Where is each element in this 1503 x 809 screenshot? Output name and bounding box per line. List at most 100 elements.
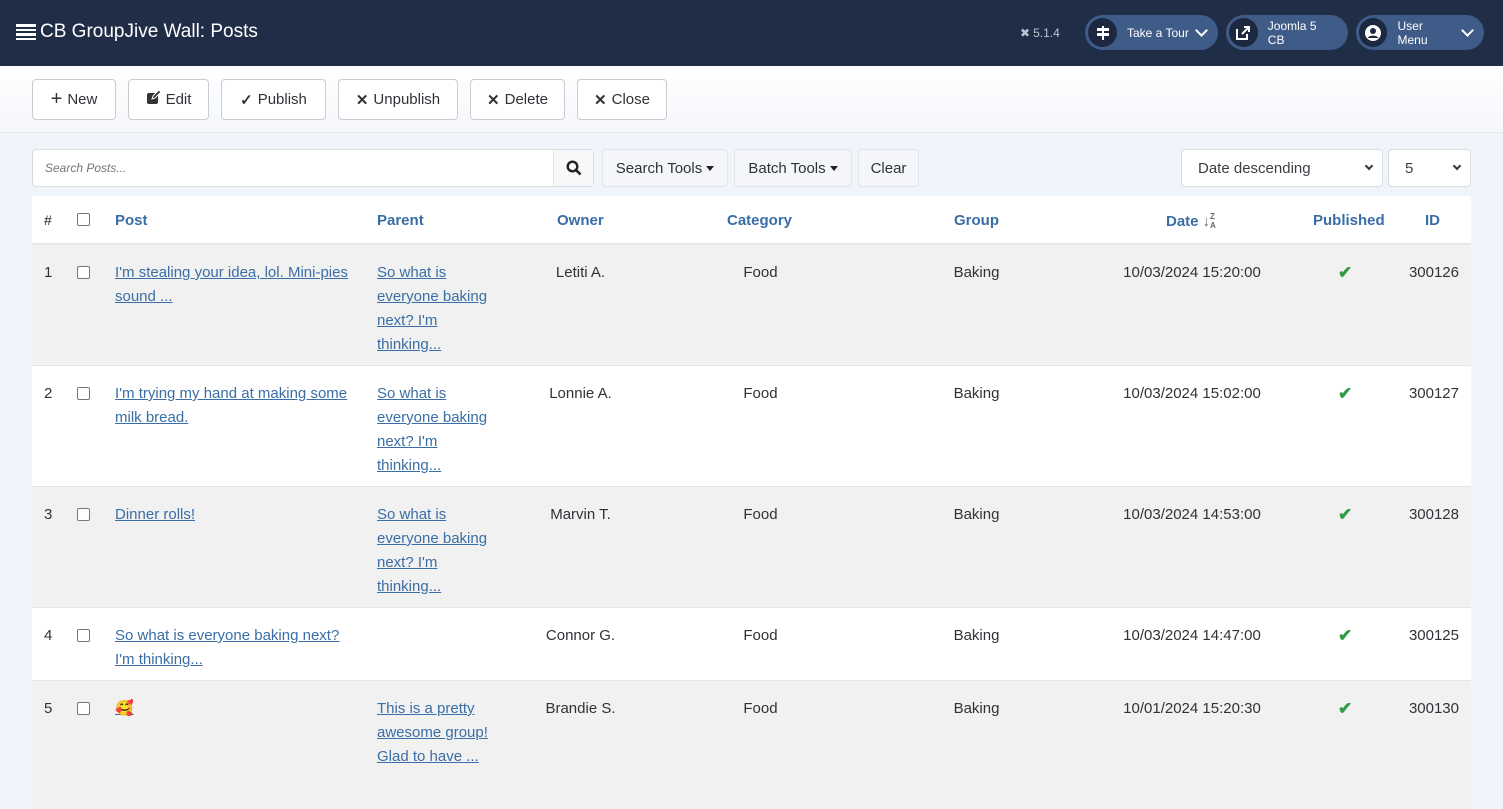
table-header: # Post Parent Owner Category Group Date …: [32, 196, 1471, 245]
published-check-icon[interactable]: ✔: [1338, 503, 1352, 527]
version-info: ✖ 5.1.4: [1020, 26, 1060, 40]
batch-tools-button[interactable]: Batch Tools: [734, 149, 852, 187]
limit-value: 5: [1405, 159, 1414, 177]
chevron-down-icon: [1194, 24, 1208, 37]
close-label: Close: [611, 91, 650, 108]
new-button[interactable]: + New: [32, 79, 116, 120]
chevron-down-icon: [1461, 24, 1474, 37]
col-number: #: [44, 212, 52, 228]
row-checkbox[interactable]: [77, 702, 90, 715]
post-cell: Dinner rolls!: [115, 503, 355, 527]
col-date-label: Date: [1166, 212, 1199, 230]
edit-icon: [146, 89, 162, 109]
post-link[interactable]: 🥰: [115, 700, 134, 717]
post-link[interactable]: I'm trying my hand at making some milk b…: [115, 385, 347, 426]
limit-select[interactable]: 5: [1388, 149, 1471, 187]
category-cell: Food: [743, 700, 778, 717]
owner-cell: Brandie S.: [545, 700, 616, 717]
col-owner[interactable]: Owner: [557, 212, 604, 229]
id-cell: 300130: [1408, 700, 1459, 717]
version-number: 5.1.4: [1033, 26, 1060, 40]
group-cell: Baking: [953, 506, 1000, 523]
select-all-checkbox[interactable]: [77, 213, 90, 226]
date-cell: 10/03/2024 15:02:00: [1123, 385, 1261, 402]
published-check-icon[interactable]: ✔: [1338, 697, 1352, 721]
parent-cell: So what is everyone baking next? I'm thi…: [377, 261, 505, 357]
delete-button[interactable]: ✕ Delete: [470, 79, 565, 120]
col-post[interactable]: Post: [115, 212, 148, 229]
unpublish-button[interactable]: ✕ Unpublish: [338, 79, 458, 120]
caret-down-icon: [706, 165, 715, 171]
user-menu-label: User Menu: [1397, 18, 1428, 47]
id-cell: 300125: [1408, 627, 1459, 644]
published-check-icon[interactable]: ✔: [1338, 624, 1352, 648]
col-id[interactable]: ID: [1425, 212, 1440, 229]
parent-link[interactable]: So what is everyone baking next? I'm thi…: [377, 385, 487, 474]
search-box: [32, 149, 594, 187]
row-checkbox[interactable]: [77, 387, 90, 400]
category-cell: Food: [743, 264, 778, 281]
posts-table: # Post Parent Owner Category Group Date …: [32, 196, 1471, 809]
row-checkbox[interactable]: [77, 266, 90, 279]
search-input[interactable]: [33, 150, 553, 186]
group-cell: Baking: [953, 385, 1000, 402]
search-button[interactable]: [553, 150, 593, 186]
col-category[interactable]: Category: [727, 212, 792, 229]
date-cell: 10/01/2024 15:20:30: [1123, 700, 1261, 717]
group-cell: Baking: [953, 264, 1000, 281]
col-date[interactable]: Date ↓ Z A: [1166, 212, 1216, 230]
x-icon: ✕: [487, 91, 500, 109]
post-cell: So what is everyone baking next? I'm thi…: [115, 624, 355, 672]
col-parent[interactable]: Parent: [377, 212, 424, 229]
list-icon: [16, 24, 36, 40]
row-checkbox[interactable]: [77, 629, 90, 642]
user-menu-button[interactable]: User Menu: [1356, 15, 1484, 50]
id-cell: 300128: [1408, 506, 1459, 523]
col-group[interactable]: Group: [954, 212, 999, 229]
published-check-icon[interactable]: ✔: [1338, 261, 1352, 285]
post-link[interactable]: Dinner rolls!: [115, 506, 195, 523]
group-cell: Baking: [953, 700, 1000, 717]
parent-cell: This is a pretty awesome group! Glad to …: [377, 697, 505, 769]
take-a-tour-button[interactable]: Take a Tour: [1085, 15, 1218, 50]
edit-button[interactable]: Edit: [128, 79, 209, 120]
date-cell: 10/03/2024 14:53:00: [1123, 506, 1261, 523]
owner-cell: Connor G.: [545, 627, 616, 644]
ordering-select[interactable]: Date descending: [1181, 149, 1383, 187]
post-cell: 🥰: [115, 697, 355, 721]
date-cell: 10/03/2024 14:47:00: [1123, 627, 1261, 644]
parent-cell: So what is everyone baking next? I'm thi…: [377, 382, 505, 478]
sort-desc-icon: ↓ Z A: [1202, 212, 1216, 230]
parent-cell: So what is everyone baking next? I'm thi…: [377, 503, 505, 599]
post-link[interactable]: So what is everyone baking next? I'm thi…: [115, 627, 339, 668]
ordering-value: Date descending: [1198, 159, 1311, 177]
joomla-icon: ✖: [1020, 26, 1031, 40]
signpost-icon: [1088, 18, 1117, 47]
table-row: 5 🥰 This is a pretty awesome group! Glad t…: [32, 681, 1471, 809]
parent-link[interactable]: So what is everyone baking next? I'm thi…: [377, 264, 487, 353]
row-number: 3: [44, 506, 53, 523]
chevron-down-icon: [1364, 161, 1374, 171]
row-checkbox[interactable]: [77, 508, 90, 521]
toolbar: + New Edit ✓ Publish ✕ Unpublish ✕ Delet…: [0, 66, 1503, 133]
col-published[interactable]: Published: [1313, 212, 1385, 229]
parent-link[interactable]: This is a pretty awesome group! Glad to …: [377, 700, 488, 765]
search-tools-button[interactable]: Search Tools: [602, 149, 728, 187]
publish-button[interactable]: ✓ Publish: [221, 79, 326, 120]
category-cell: Food: [743, 506, 778, 523]
user-circle-icon: [1359, 18, 1388, 47]
id-cell: 300127: [1408, 385, 1459, 402]
parent-link[interactable]: So what is everyone baking next? I'm thi…: [377, 506, 487, 595]
site-link-button[interactable]: Joomla 5 CB: [1226, 15, 1348, 50]
plus-icon: +: [50, 88, 63, 110]
id-cell: 300126: [1408, 264, 1459, 281]
owner-cell: Letiti A.: [555, 264, 606, 281]
site-link-label: Joomla 5 CB: [1267, 18, 1317, 47]
close-button[interactable]: ✕ Close: [577, 79, 667, 120]
x-icon: ✕: [355, 91, 369, 109]
published-check-icon[interactable]: ✔: [1338, 382, 1352, 406]
date-cell: 10/03/2024 15:20:00: [1123, 264, 1261, 281]
clear-button[interactable]: Clear: [858, 149, 919, 187]
post-link[interactable]: I'm stealing your idea, lol. Mini-pies s…: [115, 264, 348, 305]
table-row: 3 Dinner rolls! So what is everyone baking…: [32, 487, 1471, 608]
